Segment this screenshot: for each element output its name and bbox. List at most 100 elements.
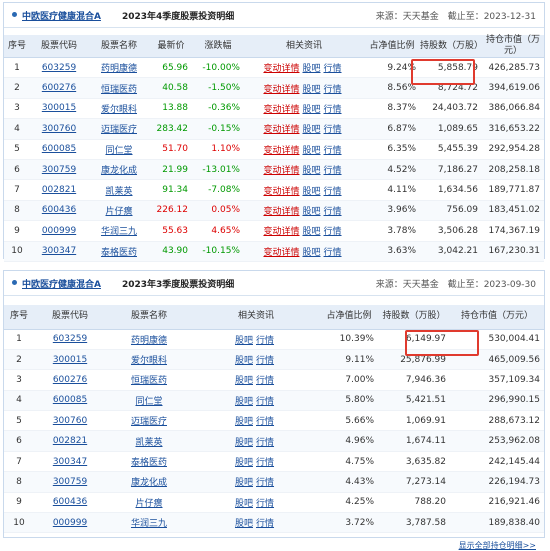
forum-link[interactable]: 股吧 [235, 397, 253, 407]
change-detail-link[interactable]: 变动详情 [263, 146, 299, 156]
forum-link[interactable]: 股吧 [302, 248, 320, 258]
quote-link[interactable]: 行情 [324, 248, 342, 258]
show-all-holdings-link[interactable]: 显示全部持仓明细>> [459, 540, 536, 551]
quote-link[interactable]: 行情 [256, 376, 274, 386]
stock-code-link[interactable]: 300759 [42, 165, 76, 175]
stock-code-link[interactable]: 600436 [42, 205, 76, 215]
forum-link[interactable]: 股吧 [235, 519, 253, 529]
stock-code-cell: 600085 [34, 390, 106, 412]
forum-link[interactable]: 股吧 [235, 356, 253, 366]
change-detail-link[interactable]: 变动详情 [263, 105, 299, 115]
quote-link[interactable]: 行情 [324, 146, 342, 156]
stock-name-link[interactable]: 泰格医药 [101, 248, 137, 258]
change-detail-link[interactable]: 变动详情 [263, 125, 299, 135]
quote-link[interactable]: 行情 [256, 336, 274, 346]
quote-link[interactable]: 行情 [256, 438, 274, 448]
forum-link[interactable]: 股吧 [235, 499, 253, 509]
change-detail-link[interactable]: 变动详情 [263, 248, 299, 258]
stock-code-link[interactable]: 000999 [53, 518, 87, 528]
stock-code-link[interactable]: 600276 [53, 375, 87, 385]
stock-code-link[interactable]: 300347 [53, 457, 87, 467]
quote-link[interactable]: 行情 [256, 458, 274, 468]
quote-link[interactable]: 行情 [256, 397, 274, 407]
stock-code-link[interactable]: 600085 [53, 395, 87, 405]
stock-name-link[interactable]: 药明康德 [101, 64, 137, 74]
change-detail-link[interactable]: 变动详情 [263, 207, 299, 217]
stock-name-link[interactable]: 药明康德 [131, 336, 167, 346]
stock-name-link[interactable]: 迈瑞医疗 [101, 125, 137, 135]
stock-name-link[interactable]: 同仁堂 [105, 146, 132, 156]
stock-name-link[interactable]: 泰格医药 [131, 458, 167, 468]
forum-link[interactable]: 股吧 [235, 417, 253, 427]
stock-code-link[interactable]: 300347 [42, 246, 76, 256]
stock-name-link[interactable]: 华润三九 [131, 519, 167, 529]
forum-link[interactable]: 股吧 [302, 227, 320, 237]
stock-name-link[interactable]: 华润三九 [101, 227, 137, 237]
quote-link[interactable]: 行情 [324, 207, 342, 217]
change-detail-link[interactable]: 变动详情 [263, 64, 299, 74]
change-detail-link[interactable]: 变动详情 [263, 227, 299, 237]
change-detail-link[interactable]: 变动详情 [263, 166, 299, 176]
quote-link[interactable]: 行情 [324, 105, 342, 115]
stock-code-link[interactable]: 600276 [42, 83, 76, 93]
quote-link[interactable]: 行情 [324, 166, 342, 176]
quote-link[interactable]: 行情 [256, 417, 274, 427]
stock-name-link[interactable]: 恒瑞医药 [131, 376, 167, 386]
forum-link[interactable]: 股吧 [235, 336, 253, 346]
quote-link[interactable]: 行情 [256, 499, 274, 509]
stock-code-link[interactable]: 300015 [42, 103, 76, 113]
forum-link[interactable]: 股吧 [302, 187, 320, 197]
stock-name-link[interactable]: 凯莱英 [105, 187, 132, 197]
stock-code-link[interactable]: 300760 [42, 124, 76, 134]
change-detail-link[interactable]: 变动详情 [263, 85, 299, 95]
stock-name-link[interactable]: 片仔癀 [105, 207, 132, 217]
stock-name-cell: 片仔癀 [106, 492, 192, 514]
q4-fund-link[interactable]: 中欧医疗健康混合A [22, 9, 101, 22]
stock-code-link[interactable]: 603259 [53, 334, 87, 344]
stock-name-link[interactable]: 迈瑞医疗 [131, 417, 167, 427]
stock-name-link[interactable]: 同仁堂 [135, 397, 162, 407]
stock-code-link[interactable]: 002821 [42, 185, 76, 195]
stock-code-link[interactable]: 600436 [53, 497, 87, 507]
quote-link[interactable]: 行情 [324, 227, 342, 237]
stock-name-link[interactable]: 恒瑞医药 [101, 85, 137, 95]
forum-link[interactable]: 股吧 [302, 64, 320, 74]
stock-code-link[interactable]: 002821 [53, 436, 87, 446]
stock-code-link[interactable]: 300759 [53, 477, 87, 487]
stock-code-link[interactable]: 603259 [42, 63, 76, 73]
stock-name-link[interactable]: 爱尔眼科 [131, 356, 167, 366]
stock-name-link[interactable]: 爱尔眼科 [101, 105, 137, 115]
stock-code-cell: 600276 [34, 369, 106, 391]
stock-code-link[interactable]: 000999 [42, 226, 76, 236]
stock-code-link[interactable]: 300760 [53, 416, 87, 426]
quote-link[interactable]: 行情 [324, 64, 342, 74]
shares-cell: 7,186.27 [420, 159, 482, 181]
forum-link[interactable]: 股吧 [235, 376, 253, 386]
stock-name-link[interactable]: 凯莱英 [135, 438, 162, 448]
stock-name-cell: 凯莱英 [88, 179, 150, 201]
change-detail-link[interactable]: 变动详情 [263, 187, 299, 197]
q3-fund-link[interactable]: 中欧医疗健康混合A [22, 277, 101, 290]
stock-code-link[interactable]: 300015 [53, 355, 87, 365]
stock-name-link[interactable]: 片仔癀 [135, 499, 162, 509]
forum-link[interactable]: 股吧 [235, 438, 253, 448]
forum-link[interactable]: 股吧 [302, 125, 320, 135]
stock-name-cell: 片仔癀 [88, 200, 150, 222]
rank-cell: 7 [4, 179, 30, 201]
quote-link[interactable]: 行情 [324, 85, 342, 95]
stock-code-link[interactable]: 600085 [42, 144, 76, 154]
forum-link[interactable]: 股吧 [302, 166, 320, 176]
forum-link[interactable]: 股吧 [235, 478, 253, 488]
stock-name-link[interactable]: 康龙化成 [131, 478, 167, 488]
quote-link[interactable]: 行情 [256, 478, 274, 488]
forum-link[interactable]: 股吧 [302, 85, 320, 95]
forum-link[interactable]: 股吧 [302, 146, 320, 156]
forum-link[interactable]: 股吧 [302, 207, 320, 217]
forum-link[interactable]: 股吧 [302, 105, 320, 115]
quote-link[interactable]: 行情 [324, 125, 342, 135]
quote-link[interactable]: 行情 [256, 519, 274, 529]
stock-name-link[interactable]: 康龙化成 [101, 166, 137, 176]
quote-link[interactable]: 行情 [256, 356, 274, 366]
quote-link[interactable]: 行情 [324, 187, 342, 197]
forum-link[interactable]: 股吧 [235, 458, 253, 468]
